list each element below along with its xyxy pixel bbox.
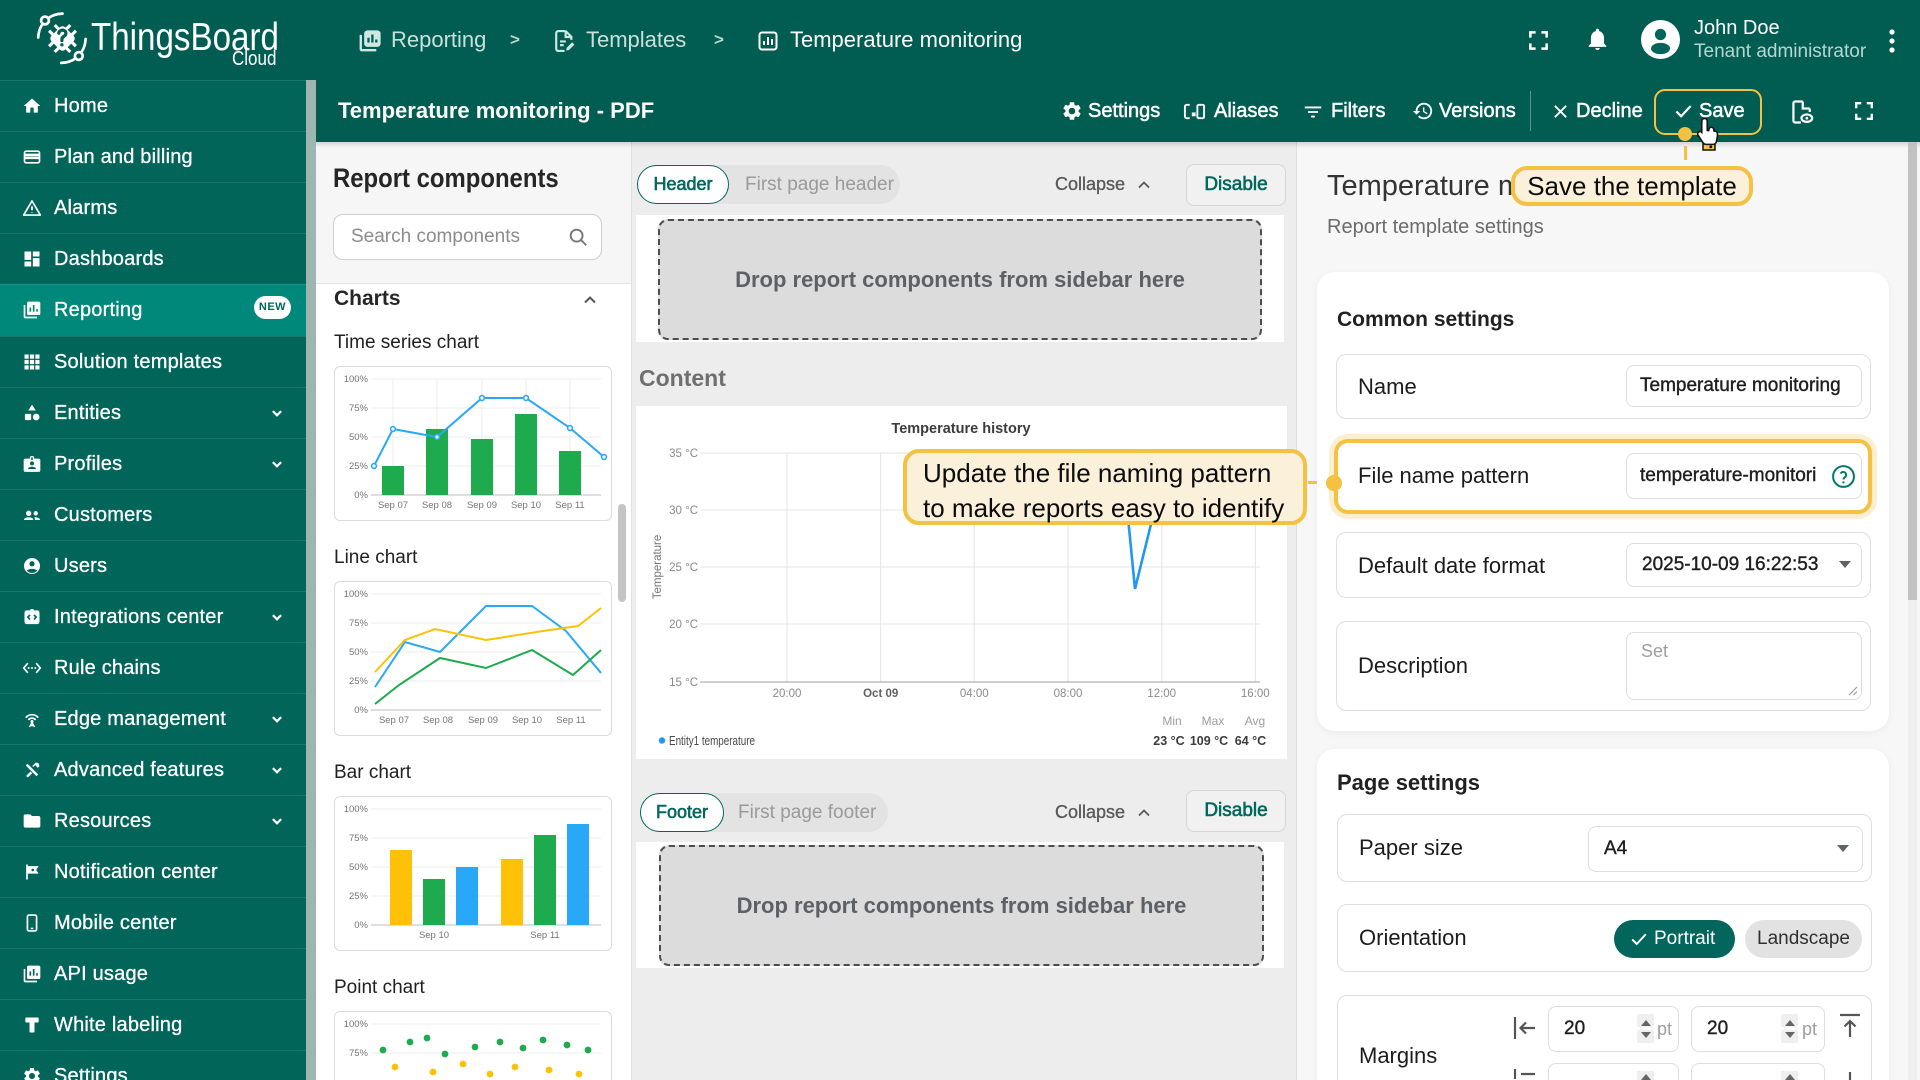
svg-text:25%: 25% <box>349 891 369 902</box>
svg-text:100%: 100% <box>344 589 369 600</box>
svg-text:25%: 25% <box>349 461 369 472</box>
svg-text:Sep 08: Sep 08 <box>422 500 452 511</box>
svg-text:16:00: 16:00 <box>1241 688 1270 700</box>
svg-text:Sep 11: Sep 11 <box>530 930 559 941</box>
svg-text:Sep 10: Sep 10 <box>419 930 449 941</box>
svg-text:Sep 08: Sep 08 <box>423 715 453 726</box>
svg-text:100%: 100% <box>344 1019 369 1030</box>
svg-text:Entity1 temperature: Entity1 temperature <box>669 734 755 748</box>
svg-text:15 °C: 15 °C <box>669 677 698 689</box>
svg-text:30 °C: 30 °C <box>669 505 698 517</box>
svg-text:12:00: 12:00 <box>1147 688 1176 700</box>
svg-text:0%: 0% <box>354 705 368 716</box>
svg-text:64 °C: 64 °C <box>1235 734 1266 748</box>
svg-text:20:00: 20:00 <box>773 688 802 700</box>
svg-text:08:00: 08:00 <box>1054 688 1083 700</box>
svg-text:50%: 50% <box>349 432 369 443</box>
svg-text:Sep 11: Sep 11 <box>556 715 585 726</box>
svg-text:0%: 0% <box>354 920 368 931</box>
svg-text:Sep 09: Sep 09 <box>468 715 498 726</box>
svg-text:75%: 75% <box>349 833 369 844</box>
svg-text:Max: Max <box>1202 714 1225 728</box>
svg-text:50%: 50% <box>349 647 369 658</box>
svg-text:20 °C: 20 °C <box>669 619 698 631</box>
svg-text:25%: 25% <box>349 676 369 687</box>
svg-text:Temperature history: Temperature history <box>891 421 1030 437</box>
svg-text:Min: Min <box>1162 714 1181 728</box>
svg-text:04:00: 04:00 <box>960 688 989 700</box>
svg-text:75%: 75% <box>349 403 369 414</box>
svg-text:75%: 75% <box>349 618 369 629</box>
svg-text:Sep 07: Sep 07 <box>378 500 408 511</box>
svg-text:Temperature: Temperature <box>652 535 664 600</box>
svg-text:50%: 50% <box>349 862 369 873</box>
svg-text:100%: 100% <box>344 374 369 385</box>
svg-text:109 °C: 109 °C <box>1190 734 1228 748</box>
svg-text:Avg: Avg <box>1245 714 1265 728</box>
svg-text:Sep 10: Sep 10 <box>511 500 541 511</box>
svg-text:75%: 75% <box>349 1048 369 1059</box>
svg-text:25 °C: 25 °C <box>669 562 698 574</box>
svg-text:0%: 0% <box>354 490 368 501</box>
svg-text:100%: 100% <box>344 804 369 815</box>
svg-text:Sep 09: Sep 09 <box>467 500 497 511</box>
svg-text:Sep 10: Sep 10 <box>512 715 542 726</box>
svg-text:Sep 11: Sep 11 <box>555 500 584 511</box>
svg-text:23 °C: 23 °C <box>1153 734 1184 748</box>
svg-text:35 °C: 35 °C <box>669 448 698 460</box>
svg-text:Sep 07: Sep 07 <box>379 715 409 726</box>
svg-text:Oct 09: Oct 09 <box>863 688 898 700</box>
